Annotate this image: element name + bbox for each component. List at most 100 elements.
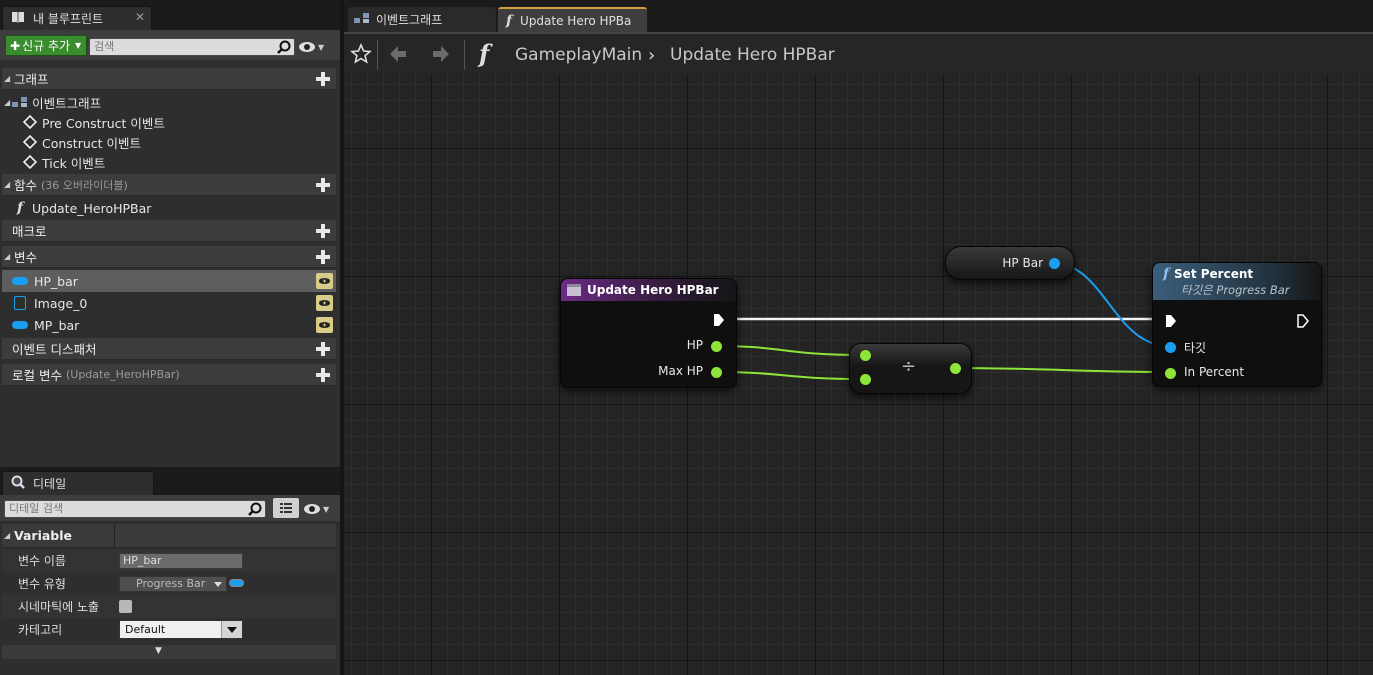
tree-item-tick-event[interactable]: Tick 이벤트 <box>22 152 105 172</box>
section-title: 그래프 <box>14 72 49 87</box>
tree-item-construct-event[interactable]: Construct 이벤트 <box>22 132 141 152</box>
section-variables[interactable]: ◢ 변수 <box>2 246 336 268</box>
float-input-pin[interactable] <box>1165 368 1176 379</box>
details-panel: 디테일 검색 ▼ ◢ Variable 변수 이름 HP_bar 변수 유형 P… <box>0 495 340 675</box>
divide-node[interactable]: ÷ <box>849 343 972 394</box>
float-wire-max-hp <box>716 371 864 380</box>
float-input-pin[interactable] <box>860 350 871 361</box>
node-subtitle: 타깃은 Progress Bar <box>1181 282 1290 297</box>
container-type-icon[interactable] <box>229 579 244 587</box>
property-variable-type: 변수 유형 Progress Bar <box>2 572 336 595</box>
category-combobox[interactable]: Default <box>119 620 243 639</box>
property-variable-name: 변수 이름 HP_bar <box>2 549 336 572</box>
close-icon[interactable]: ✕ <box>135 10 145 24</box>
section-macros[interactable]: 매크로 <box>2 220 336 242</box>
section-title: 변수 <box>14 250 38 265</box>
expose-cinematics-checkbox[interactable] <box>119 600 132 613</box>
tree-item-pre-construct-event[interactable]: Pre Construct 이벤트 <box>22 112 165 132</box>
back-arrow-icon[interactable] <box>388 44 408 67</box>
forward-arrow-icon[interactable] <box>431 44 451 67</box>
search-icon <box>248 502 262 516</box>
add-macro-icon[interactable] <box>316 224 330 238</box>
pin-label: 타깃 <box>1184 341 1207 355</box>
function-entry-node[interactable]: Update Hero HPBar HP Max HP <box>560 278 737 388</box>
exec-output-pin[interactable] <box>1297 314 1310 328</box>
blueprint-editor: { "left_tabs": {"blueprint": "내 블루프린트", … <box>0 0 1373 675</box>
book-icon <box>11 11 25 26</box>
section-graphs[interactable]: ◢ 그래프 <box>2 68 336 90</box>
property-label: 변수 유형 <box>18 577 66 591</box>
variable-type-dropdown[interactable]: Progress Bar <box>119 575 227 592</box>
collapse-arrow-icon: ◢ <box>4 180 11 189</box>
variable-name-field[interactable]: HP_bar <box>119 552 243 569</box>
eye-icon[interactable] <box>316 317 333 333</box>
chevron-down-icon <box>227 627 237 638</box>
details-search-input[interactable]: 디테일 검색 <box>4 500 266 518</box>
tree-item-event-graph[interactable]: ◢ 이벤트그래프 <box>4 92 101 112</box>
float-output-pin[interactable] <box>950 363 961 374</box>
details-category-variable[interactable]: ◢ Variable <box>2 524 336 548</box>
tab-update-hero-hpbar[interactable]: f Update Hero HPBa <box>498 7 647 32</box>
pin-label: HP Bar <box>1002 256 1043 270</box>
variable-type-value: Progress Bar <box>136 576 206 590</box>
property-label: 변수 이름 <box>18 554 66 568</box>
variable-item-image-0[interactable]: Image_0 <box>2 292 336 314</box>
collapse-arrow-icon: ◢ <box>4 97 11 107</box>
variable-item-mp-bar[interactable]: MP_bar <box>2 314 336 336</box>
object-output-pin[interactable] <box>1049 258 1060 269</box>
add-dispatcher-icon[interactable] <box>316 342 330 356</box>
tab-details[interactable]: 디테일 <box>2 471 154 495</box>
pin-label: Max HP <box>658 364 703 378</box>
hp-bar-getter-node[interactable]: HP Bar <box>945 246 1075 280</box>
float-input-pin[interactable] <box>860 374 871 385</box>
chevron-down-icon: ▼ <box>75 41 82 50</box>
tab-label: 디테일 <box>33 477 67 491</box>
eye-icon <box>304 504 320 514</box>
section-functions[interactable]: ◢ 함수 (36 오버라이더블) <box>2 174 336 196</box>
tree-item-function[interactable]: f Update_HeroHPBar <box>12 198 151 218</box>
node-header: f Set Percent 타깃은 Progress Bar <box>1153 263 1321 300</box>
node-header: Update Hero HPBar <box>561 279 736 301</box>
node-title: Update Hero HPBar <box>587 283 719 297</box>
exec-output-pin[interactable] <box>713 313 725 327</box>
add-new-button[interactable]: ✚ 신규 추가 ▼ <box>5 35 87 56</box>
function-icon: f <box>479 39 490 68</box>
variable-item-hp-bar[interactable]: HP_bar <box>2 270 336 292</box>
breadcrumb-root[interactable]: GameplayMain <box>515 34 642 76</box>
graph-canvas[interactable]: HP Bar Update Hero HPBar HP Max HP ÷ f S… <box>344 74 1373 675</box>
function-icon: f <box>506 12 513 29</box>
set-percent-node[interactable]: f Set Percent 타깃은 Progress Bar 타깃 In Per… <box>1152 262 1322 387</box>
tree-item-label: Update_HeroHPBar <box>32 200 152 216</box>
section-local-variables[interactable]: 로컬 변수 (Update_HeroHPBar) <box>2 364 336 386</box>
advanced-expander[interactable]: ▼ <box>2 645 336 659</box>
eye-icon[interactable] <box>316 295 333 311</box>
add-new-label: 신규 추가 <box>22 39 71 53</box>
float-output-pin[interactable] <box>711 341 722 352</box>
visibility-options-button[interactable]: ▼ <box>303 501 333 517</box>
add-graph-icon[interactable] <box>316 72 330 86</box>
add-local-variable-icon[interactable] <box>316 368 330 382</box>
object-input-pin[interactable] <box>1165 342 1176 353</box>
variable-label: HP_bar <box>34 273 78 289</box>
function-entry-icon <box>567 284 581 296</box>
left-column: 내 블루프린트 ✕ ✚ 신규 추가 ▼ 검색 ▼ ◢ 그래프 ◢ 이벤트그래프 … <box>0 0 340 675</box>
tab-label: 내 블루프린트 <box>33 12 104 26</box>
add-variable-icon[interactable] <box>316 250 330 264</box>
add-function-icon[interactable] <box>316 178 330 192</box>
search-placeholder: 검색 <box>94 40 115 53</box>
exec-input-pin[interactable] <box>1165 314 1177 328</box>
chevron-down-icon: ▼ <box>318 42 325 52</box>
event-graph-icon <box>354 12 370 27</box>
tab-event-graph[interactable]: 이벤트그래프 <box>348 7 496 32</box>
visibility-options-button[interactable]: ▼ <box>298 39 328 55</box>
search-input[interactable]: 검색 <box>89 38 295 56</box>
star-icon[interactable] <box>350 42 372 68</box>
function-icon: f <box>1163 265 1170 282</box>
tab-my-blueprint[interactable]: 내 블루프린트 ✕ <box>2 6 152 30</box>
divide-symbol: ÷ <box>901 356 917 377</box>
collapse-arrow-icon: ◢ <box>4 531 11 540</box>
section-event-dispatchers[interactable]: 이벤트 디스패처 <box>2 338 336 360</box>
property-matrix-button[interactable] <box>273 498 299 518</box>
float-output-pin[interactable] <box>711 367 722 378</box>
eye-icon[interactable] <box>316 273 333 289</box>
